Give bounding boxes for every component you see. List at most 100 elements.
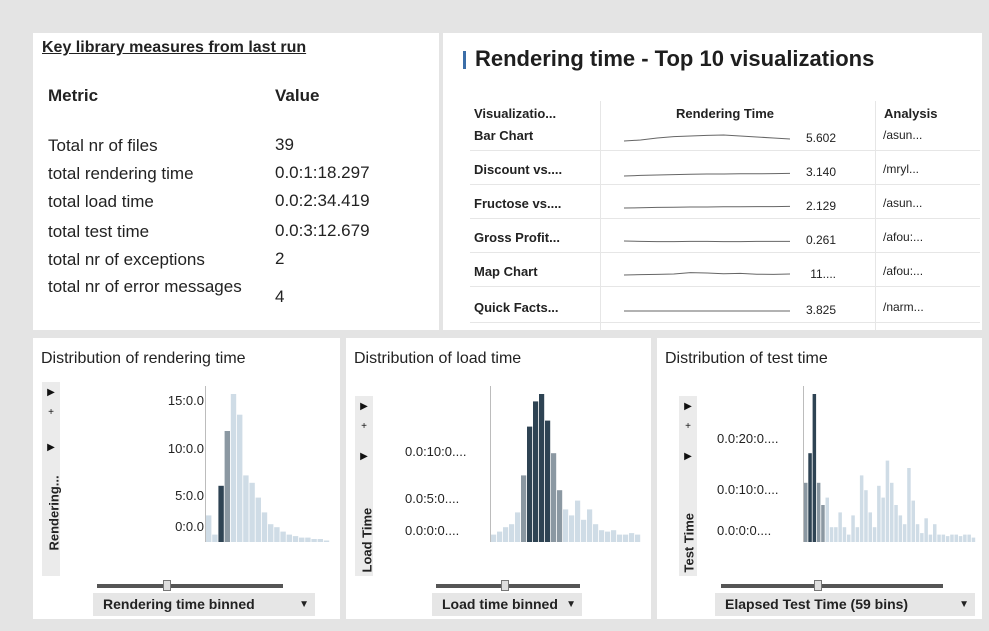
histogram-bar: [311, 539, 317, 542]
histogram-bar: [533, 401, 539, 542]
histogram-bar: [249, 482, 255, 542]
histogram-bar: [804, 482, 808, 542]
analysis-path: /asun...: [883, 196, 923, 210]
expand-arrow-icon[interactable]: ▶: [355, 451, 373, 462]
histogram-bar: [838, 512, 842, 542]
y-axis-title[interactable]: Rendering...: [47, 471, 62, 550]
expand-arrow-icon[interactable]: ▶: [679, 401, 697, 412]
histogram[interactable]: [206, 386, 330, 542]
chevron-down-icon: ▼: [959, 599, 969, 610]
y-tick-label: 0.0:10:0....: [717, 482, 779, 497]
y-axis-title[interactable]: Test Time: [682, 493, 697, 572]
y-tick-label: 0:0.0: [175, 519, 204, 534]
sparkline: [623, 172, 791, 177]
analysis-path: /mryl...: [883, 162, 919, 176]
key-measures-panel: Key library measures from last run Metri…: [33, 33, 439, 330]
sparkline: [623, 240, 790, 243]
bin-selector-dropdown[interactable]: Elapsed Test Time (59 bins) ▼: [715, 593, 975, 616]
column-header-visualization[interactable]: Visualizatio...: [474, 106, 556, 121]
analysis-path: /asun...: [883, 128, 923, 142]
y-tick-label: 0.0:5:0....: [405, 491, 460, 506]
table-row[interactable]: Quick Facts... 3.825 /narm...: [470, 295, 980, 323]
kpi-row-value: 0.0:1:18.297: [275, 163, 370, 182]
kpi-row-label: total rendering time: [48, 164, 194, 183]
histogram-bar: [515, 512, 521, 542]
histogram-bar: [971, 537, 976, 542]
analysis-path: /afou:...: [883, 264, 924, 278]
histogram-bar: [950, 534, 954, 542]
expand-arrow-icon[interactable]: ▶: [355, 401, 373, 412]
table-row[interactable]: Gross Profit... 0.261 /afou:...: [470, 225, 980, 253]
bin-selector-dropdown[interactable]: Load time binned ▼: [432, 593, 582, 616]
plus-icon[interactable]: +: [355, 421, 373, 432]
metric-header: Metric: [48, 86, 99, 105]
title-accent-bar: [463, 51, 466, 69]
histogram-bar: [941, 534, 946, 542]
dropdown-value: Rendering time binned: [103, 596, 255, 612]
bin-selector-dropdown[interactable]: Rendering time binned ▼: [93, 593, 315, 616]
range-slider-handle[interactable]: [163, 580, 171, 591]
histogram-bar: [890, 482, 894, 542]
range-slider-handle[interactable]: [501, 580, 509, 591]
table-row[interactable]: Bar Chart 5.602 /asun...: [470, 123, 980, 151]
visualization-name: Gross Profit...: [474, 230, 560, 245]
histogram-bar: [503, 527, 509, 542]
distribution-title: Distribution of test time: [665, 350, 828, 367]
histogram-bar: [954, 534, 958, 542]
sparkline: [623, 272, 791, 276]
histogram-bar: [611, 530, 617, 542]
plus-icon[interactable]: +: [42, 407, 60, 418]
histogram-bar: [581, 519, 587, 542]
expand-arrow-icon[interactable]: ▶: [679, 451, 697, 462]
histogram-bar: [881, 497, 885, 542]
range-slider-handle[interactable]: [814, 580, 822, 591]
histogram-bar: [911, 500, 915, 542]
histogram-bar: [286, 534, 292, 542]
visualization-name: Discount vs....: [474, 162, 563, 177]
histogram-bar: [945, 536, 950, 542]
histogram-bar: [868, 512, 872, 542]
histogram-bar: [274, 527, 280, 542]
kpi-row-value: 2: [275, 249, 285, 268]
table-row[interactable]: Discount vs.... 3.140 /mryl...: [470, 157, 980, 185]
histogram-bar: [808, 453, 812, 542]
histogram-bar: [605, 531, 611, 542]
range-slider-track[interactable]: [97, 584, 283, 588]
y-tick-label: 15:0.0: [167, 393, 204, 408]
y-axis-title[interactable]: Load Time: [360, 493, 375, 573]
value-header: Value: [275, 86, 320, 105]
range-slider-track[interactable]: [721, 584, 943, 588]
histogram-bar: [299, 537, 305, 542]
sparkline-line: [623, 134, 791, 142]
histogram-bar: [924, 518, 928, 542]
histogram-bar: [551, 453, 557, 542]
expand-arrow-icon[interactable]: ▶: [42, 442, 60, 453]
column-header-rendering-time[interactable]: Rendering Time: [676, 106, 774, 121]
histogram-bar: [255, 497, 261, 542]
visualization-name: Map Chart: [474, 264, 538, 279]
kpi-row-value: 39: [275, 135, 294, 154]
table-row[interactable]: Map Chart 11.... /afou:...: [470, 259, 980, 287]
histogram-bar: [280, 531, 286, 542]
histogram-bar: [323, 540, 330, 542]
histogram[interactable]: [491, 386, 641, 542]
expand-arrow-icon[interactable]: ▶: [42, 387, 60, 398]
y-tick-label: 0.0:0:0....: [717, 523, 772, 538]
sparkline: [623, 205, 791, 209]
sparkline: [623, 134, 791, 142]
y-tick-label: 5:0.0: [175, 488, 204, 503]
table-row[interactable]: Fructose vs.... 2.129 /asun...: [470, 191, 980, 219]
column-header-analysis[interactable]: Analysis: [884, 106, 937, 121]
distribution-title: Distribution of rendering time: [41, 350, 246, 367]
histogram-bar: [898, 515, 903, 542]
histogram-bar: [587, 509, 593, 542]
histogram-bar: [243, 475, 249, 542]
histogram-bar: [212, 534, 218, 542]
histogram-bar: [894, 505, 898, 542]
histogram-bar: [859, 475, 864, 542]
histogram-bar: [812, 394, 817, 542]
histogram[interactable]: [804, 386, 976, 542]
histogram-bar: [509, 524, 515, 542]
key-measures-title[interactable]: Key library measures from last run: [42, 39, 306, 57]
plus-icon[interactable]: +: [679, 421, 697, 432]
